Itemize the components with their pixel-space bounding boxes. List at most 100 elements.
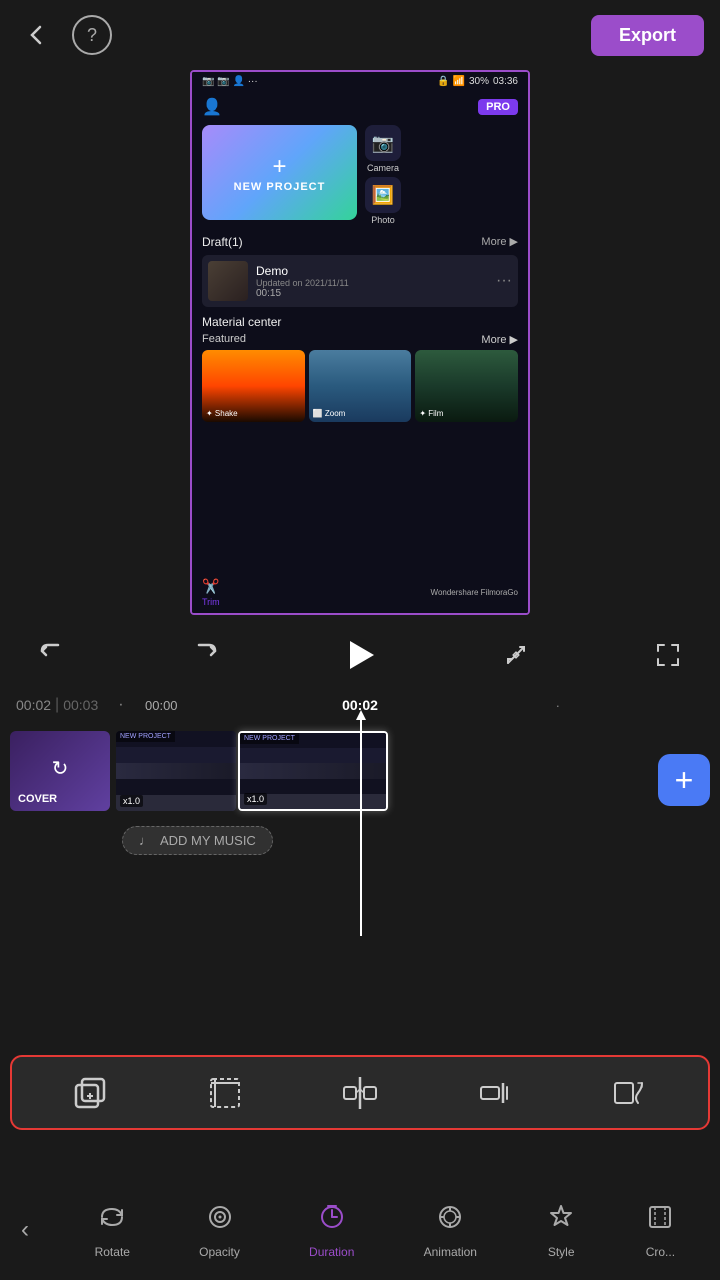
- timecode-separator: |: [55, 696, 59, 714]
- replace-tool[interactable]: [600, 1065, 660, 1120]
- redo-button[interactable]: [183, 633, 227, 677]
- featured-more[interactable]: More ▶: [481, 333, 518, 346]
- phone-status-right: 🔒 📶 30% 03:36: [437, 76, 518, 87]
- demo-date: Updated on 2021/11/11: [256, 278, 488, 288]
- crop-label: Cro...: [646, 1245, 675, 1259]
- help-button[interactable]: ?: [72, 15, 112, 55]
- crop-tool[interactable]: [195, 1065, 255, 1120]
- nav-animation[interactable]: Animation: [424, 1202, 477, 1259]
- undo-button[interactable]: [30, 633, 74, 677]
- dot-left: ·: [118, 696, 123, 714]
- copy-tool[interactable]: [60, 1065, 120, 1120]
- fullscreen-button[interactable]: [646, 633, 690, 677]
- animation-icon: [435, 1202, 465, 1239]
- music-label: ADD MY MUSIC: [160, 833, 256, 848]
- zoom-label: ⬜ Zoom: [313, 409, 346, 418]
- style-icon: [546, 1202, 576, 1239]
- featured-zoom[interactable]: ⬜ Zoom: [309, 350, 412, 422]
- add-clip-button[interactable]: +: [658, 754, 710, 806]
- nav-crop[interactable]: Cro...: [645, 1202, 675, 1259]
- photo-option[interactable]: 🖼️ Photo: [365, 177, 401, 225]
- shake-label: ✦ Shake: [206, 409, 238, 418]
- profile-row: 👤 PRO: [202, 97, 518, 117]
- clip-1[interactable]: NEW PROJECT x1.0: [116, 731, 236, 811]
- wondershare-logo: Wondershare FilmoraGo: [431, 588, 518, 597]
- back-button[interactable]: [16, 15, 56, 55]
- photo-label: Photo: [371, 215, 395, 225]
- playback-controls: [0, 625, 720, 685]
- magic-button[interactable]: [494, 633, 538, 677]
- marker-start: 00:00: [145, 698, 178, 713]
- nav-items: Rotate Opacity: [50, 1202, 720, 1259]
- draft-info: Demo Updated on 2021/11/11 00:15: [256, 264, 488, 299]
- top-bar: ? Export: [0, 0, 720, 70]
- duration-label: Duration: [309, 1245, 354, 1259]
- nav-rotate[interactable]: Rotate: [95, 1202, 130, 1259]
- featured-film[interactable]: ✦ Film: [415, 350, 518, 422]
- cover-label: COVER: [18, 793, 57, 805]
- draft-section: Draft(1) More ▶ Demo Updated on 2021/11/…: [202, 235, 518, 307]
- pro-badge: PRO: [478, 99, 518, 115]
- demo-duration: 00:15: [256, 288, 488, 299]
- featured-label: Featured: [202, 333, 246, 346]
- trim-icon[interactable]: ✂️ Trim: [202, 578, 220, 607]
- draft-more[interactable]: More ▶: [481, 235, 518, 249]
- opacity-icon: [205, 1202, 235, 1239]
- rotate-icon: [97, 1202, 127, 1239]
- style-label: Style: [548, 1245, 575, 1259]
- draft-thumbnail: [208, 261, 248, 301]
- cover-clip[interactable]: ↻ COVER: [10, 731, 110, 811]
- crop-nav-icon: [645, 1202, 675, 1239]
- demo-title: Demo: [256, 264, 488, 278]
- draft-menu[interactable]: ···: [496, 272, 512, 290]
- battery-label: 30%: [469, 76, 489, 87]
- photo-icon: 🖼️: [365, 177, 401, 213]
- new-project-card[interactable]: + NEW PROJECT: [202, 125, 357, 220]
- add-music-button[interactable]: ♩ ADD MY MUSIC: [122, 826, 273, 855]
- phone-content: 👤 PRO + NEW PROJECT 📷 Camera 🖼️ Photo: [192, 91, 528, 428]
- timecode-total: 00:03: [63, 697, 98, 713]
- clip-2[interactable]: 1.4s NEW PROJECT x1.0: [238, 731, 388, 811]
- phone-bottom-bar: ✂️ Trim Wondershare FilmoraGo: [192, 572, 528, 613]
- dot-right: ·: [556, 698, 560, 713]
- playhead: [360, 716, 362, 936]
- edit-tools-bar: [10, 1055, 710, 1130]
- featured-shake[interactable]: ✦ Shake: [202, 350, 305, 422]
- clip2-label: NEW PROJECT: [240, 733, 299, 744]
- top-bar-left: ?: [16, 15, 112, 55]
- new-project-label: NEW PROJECT: [234, 181, 326, 193]
- time-label: 03:36: [493, 76, 518, 87]
- music-note-icon: ♩: [139, 833, 152, 848]
- new-project-section: + NEW PROJECT 📷 Camera 🖼️ Photo: [202, 125, 518, 225]
- camera-option[interactable]: 📷 Camera: [365, 125, 401, 173]
- featured-header: Featured More ▶: [202, 333, 518, 346]
- split-tool[interactable]: [330, 1065, 390, 1120]
- duration-icon: [317, 1202, 347, 1239]
- timecode-current: 00:02: [16, 697, 51, 713]
- camera-icon: 📷: [365, 125, 401, 161]
- clip1-label: NEW PROJECT: [116, 731, 175, 742]
- featured-items: ✦ Shake ⬜ Zoom ✦ Film: [202, 350, 518, 422]
- clip1-speed: x1.0: [120, 795, 143, 807]
- draft-title: Draft(1): [202, 235, 243, 249]
- material-center: Material center: [202, 315, 518, 329]
- phone-status-bar: 📷 📷 👤 ··· 🔒 📶 30% 03:36: [192, 72, 528, 91]
- clip2-speed: x1.0: [244, 793, 267, 805]
- nav-back-button[interactable]: ‹: [0, 1180, 50, 1280]
- draft-item[interactable]: Demo Updated on 2021/11/11 00:15 ···: [202, 255, 518, 307]
- nav-style[interactable]: Style: [546, 1202, 576, 1259]
- timeline-position: 00:02: [342, 697, 378, 713]
- play-button[interactable]: [335, 630, 385, 680]
- phone-icons: 📷 📷 👤 ···: [202, 76, 258, 87]
- phone-inner: 📷 📷 👤 ··· 🔒 📶 30% 03:36 👤 PRO + NEW PROJ…: [192, 72, 528, 613]
- trim-end-tool[interactable]: [465, 1065, 525, 1120]
- trim-label: Trim: [202, 597, 220, 607]
- timeline-area: ↻ COVER NEW PROJECT x1.0 1.4s NEW PRO: [0, 726, 720, 936]
- nav-duration[interactable]: Duration: [309, 1202, 354, 1259]
- side-options: 📷 Camera 🖼️ Photo: [365, 125, 401, 225]
- nav-opacity[interactable]: Opacity: [199, 1202, 240, 1259]
- preview-area: 📷 📷 👤 ··· 🔒 📶 30% 03:36 👤 PRO + NEW PROJ…: [190, 70, 530, 615]
- clips-container: NEW PROJECT x1.0 1.4s NEW PROJECT: [116, 731, 710, 811]
- opacity-label: Opacity: [199, 1245, 240, 1259]
- export-button[interactable]: Export: [591, 15, 704, 56]
